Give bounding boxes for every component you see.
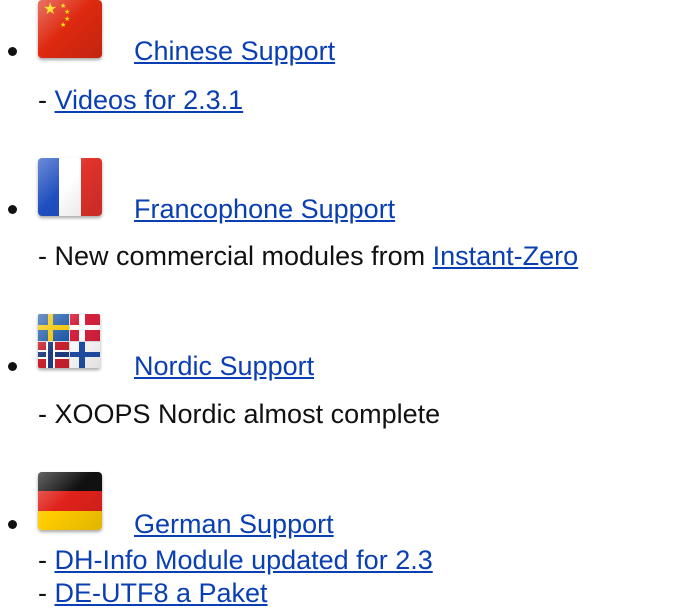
germany-flag-icon: [38, 472, 102, 530]
bullet: [8, 205, 17, 214]
china-flag-icon: ★ ★ ★ ★ ★: [38, 0, 102, 58]
news-line: - New commercial modules from Instant-Ze…: [38, 243, 578, 270]
german-support-link[interactable]: German Support: [134, 511, 334, 538]
news-line: - Videos for 2.3.1: [38, 87, 243, 114]
news-prefix: - New commercial modules from: [38, 241, 433, 271]
bullet: [8, 520, 17, 529]
chinese-support-link[interactable]: Chinese Support: [134, 38, 335, 65]
nordic-flags-icon: [38, 314, 100, 368]
nordic-support-link[interactable]: Nordic Support: [134, 353, 314, 380]
news-prefix: -: [38, 578, 55, 608]
france-flag-icon: [38, 158, 102, 216]
news-line: - DE-UTF8 a Paket: [38, 580, 268, 607]
news-text: - XOOPS Nordic almost complete: [38, 399, 441, 429]
de-utf8-link[interactable]: DE-UTF8 a Paket: [55, 578, 268, 608]
news-prefix: -: [38, 85, 55, 115]
bullet: [8, 47, 17, 56]
news-line: - XOOPS Nordic almost complete: [38, 401, 440, 428]
news-line: - DH-Info Module updated for 2.3: [38, 547, 433, 574]
instant-zero-link[interactable]: Instant-Zero: [433, 241, 579, 271]
videos-link[interactable]: Videos for 2.3.1: [55, 85, 244, 115]
francophone-support-link[interactable]: Francophone Support: [134, 196, 395, 223]
news-prefix: -: [38, 545, 55, 575]
bullet: [8, 362, 17, 371]
dh-info-link[interactable]: DH-Info Module updated for 2.3: [55, 545, 433, 575]
